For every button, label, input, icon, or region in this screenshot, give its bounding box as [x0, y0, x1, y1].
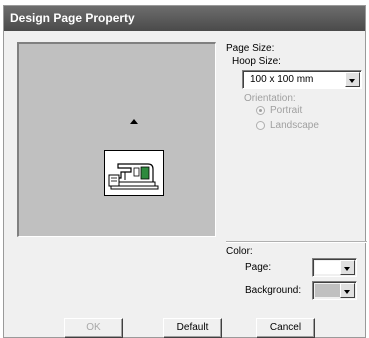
background-color-swatch — [315, 284, 341, 297]
section-divider — [226, 241, 367, 243]
background-color-label: Background: — [245, 285, 302, 296]
portrait-label: Portrait — [270, 105, 303, 116]
hoop-size-value: 100 x 100 mm — [250, 74, 314, 85]
page-size-heading: Page Size: — [226, 43, 275, 54]
window-title-bar[interactable]: Design Page Property — [4, 6, 365, 31]
landscape-radio[interactable] — [256, 121, 265, 130]
orientation-label: Orientation: — [244, 93, 296, 104]
color-heading: Color: — [226, 246, 253, 257]
chevron-down-icon[interactable] — [340, 283, 355, 298]
hoop-size-select[interactable]: 100 x 100 mm — [242, 70, 362, 89]
chevron-down-icon[interactable] — [340, 260, 355, 275]
chevron-down-icon[interactable] — [345, 72, 360, 87]
page-color-swatch — [315, 261, 341, 274]
window-title: Design Page Property — [10, 11, 135, 25]
design-page-property-dialog: Design Page Property Page Size: Hoop Siz… — [3, 5, 367, 338]
sewing-machine-graphic — [108, 163, 159, 190]
cancel-button[interactable]: Cancel — [256, 318, 315, 338]
ok-button[interactable]: OK — [64, 318, 123, 338]
page-preview — [17, 42, 216, 237]
default-button[interactable]: Default — [163, 318, 222, 338]
hoop-size-label: Hoop Size: — [232, 56, 281, 67]
portrait-radio[interactable] — [256, 106, 265, 115]
page-color-picker[interactable] — [312, 258, 357, 277]
sewing-machine-icon — [104, 150, 164, 196]
page-color-label: Page: — [245, 262, 272, 273]
up-arrow-icon — [130, 119, 138, 124]
landscape-label: Landscape — [270, 120, 319, 131]
background-color-picker[interactable] — [312, 281, 357, 300]
